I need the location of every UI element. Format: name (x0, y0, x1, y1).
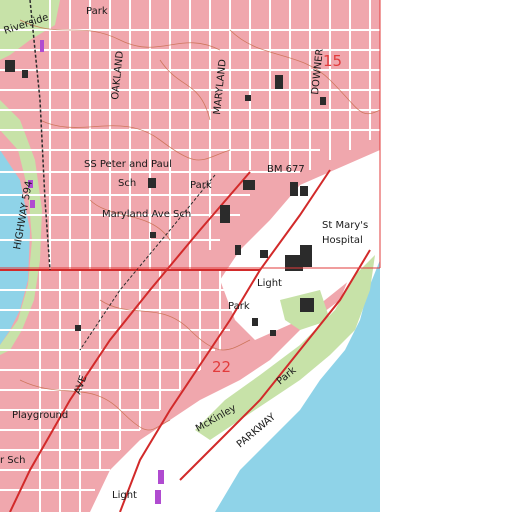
label-park-mid: Park (190, 180, 212, 191)
label-light-1: Light (257, 278, 282, 289)
label-bm: BM 677 (267, 164, 305, 175)
label-hospital: Hospital (322, 235, 363, 246)
label-playground: Playground (12, 410, 68, 421)
label-light-2: Light (112, 490, 137, 501)
topographic-map: Riverside Park OAKLAND MARYLAND DOWNER 1… (0, 0, 512, 512)
label-maryland-ave-sch: Maryland Ave Sch (102, 209, 191, 220)
label-section-15: 15 (323, 52, 342, 70)
map-margin (380, 0, 512, 512)
label-sch-1: Sch (118, 178, 136, 189)
label-park-low: Park (228, 301, 250, 312)
label-section-22: 22 (212, 358, 231, 376)
label-st-marys: St Mary's (322, 220, 368, 231)
label-sch-bottom: r Sch (0, 455, 25, 466)
label-ss-peter-paul: SS Peter and Paul (84, 159, 172, 170)
label-park-top: Park (86, 6, 108, 17)
